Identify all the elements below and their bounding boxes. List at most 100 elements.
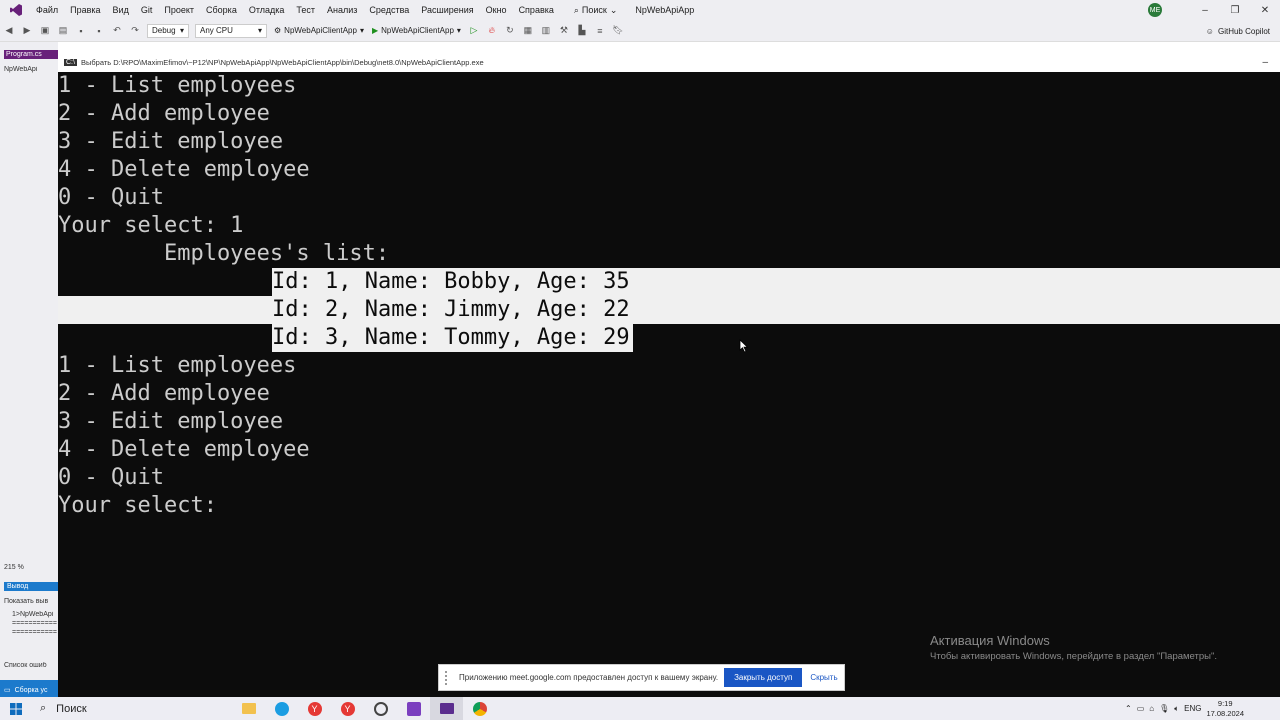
menu-help[interactable]: Справка [513, 5, 560, 15]
solution-explorer-item[interactable]: NpWebApi [4, 66, 58, 73]
monitor-icon[interactable]: ▭ [1137, 704, 1145, 713]
restore-button[interactable]: ❐ [1220, 0, 1250, 20]
select-prompt: Your select: [58, 493, 217, 518]
toolbar-icon[interactable]: ▥ [540, 25, 552, 37]
console-output[interactable]: 1 - List employees 2 - Add employee 3 - … [58, 72, 1280, 700]
menu-option-edit: 3 - Edit employee [58, 409, 284, 434]
save-all-icon[interactable]: ▪ [93, 25, 105, 37]
menu-option-quit: 0 - Quit [58, 185, 164, 210]
minimize-button[interactable]: – [1190, 0, 1220, 20]
toolbar-icon[interactable]: ▙ [576, 25, 588, 37]
menu-option-quit: 0 - Quit [58, 465, 164, 490]
vs-search-button[interactable]: ⌕ Поиск ⌄ [570, 5, 622, 16]
system-tray: ⌃ ▭ ⌂ 🎙︎ 🔈︎ ENG 9:19 17.08.2024 [1125, 697, 1280, 720]
employee-row: Id: 1, Name: Bobby, Age: 35 [272, 269, 630, 294]
select-prompt: Your select: 1 [58, 213, 244, 238]
file-explorer-icon[interactable] [232, 697, 265, 720]
chrome-icon[interactable] [463, 697, 496, 720]
drag-handle-icon[interactable] [445, 670, 453, 685]
activation-title: Активация Windows [930, 633, 1050, 648]
mouse-cursor-icon [739, 339, 749, 353]
clock[interactable]: 9:19 17.08.2024 [1206, 699, 1244, 719]
tab-program-cs[interactable]: Program.cs [4, 50, 58, 59]
menu-test[interactable]: Тест [290, 5, 321, 15]
save-icon[interactable]: ▪ [75, 25, 87, 37]
app-icon[interactable] [364, 697, 397, 720]
chevron-up-icon[interactable]: ⌃ [1125, 704, 1132, 713]
edge-icon[interactable] [265, 697, 298, 720]
menu-option-add: 2 - Add employee [58, 381, 270, 406]
terminal-icon[interactable] [430, 697, 463, 720]
microphone-icon[interactable]: 🎙︎ [1159, 704, 1169, 713]
avatar[interactable]: ME [1148, 3, 1162, 17]
menu-extensions[interactable]: Расширения [415, 5, 479, 15]
menu-file[interactable]: Файл [30, 5, 64, 15]
volume-icon[interactable]: 🔈︎ [1174, 704, 1179, 714]
menu-option-delete: 4 - Delete employee [58, 157, 310, 182]
solution-title: NpWebApiApp [635, 5, 695, 15]
toolbar-icon[interactable]: ≡ [594, 25, 606, 37]
start-debugging-button[interactable]: ▶ NpWebApiClientApp ▾ [372, 26, 461, 35]
menu-analyze[interactable]: Анализ [321, 5, 363, 15]
chevron-down-icon: ▾ [359, 26, 364, 35]
forward-icon[interactable]: ▶ [21, 25, 33, 37]
vs-menubar: Файл Правка Вид Git Проект Сборка Отладк… [0, 0, 1280, 20]
clock-time: 9:19 [1217, 698, 1233, 708]
github-copilot-button[interactable]: ☺ GitHub Copilot [1206, 20, 1270, 42]
yandex-browser-icon[interactable]: Y [298, 697, 331, 720]
menu-option-edit: 3 - Edit employee [58, 129, 284, 154]
yandex-browser-icon[interactable]: Y [331, 697, 364, 720]
menu-window[interactable]: Окно [480, 5, 513, 15]
new-item-icon[interactable]: ▣ [39, 25, 51, 37]
redo-icon[interactable]: ↷ [129, 25, 141, 37]
hot-reload-icon[interactable]: 🔥︎ [486, 25, 498, 37]
copilot-label: GitHub Copilot [1217, 26, 1270, 36]
screen-share-bar: Приложению meet.google.com предоставлен … [438, 664, 845, 691]
play-icon: ▶ [371, 26, 379, 35]
menu-edit[interactable]: Правка [64, 5, 106, 15]
tab-output[interactable]: Вывод [4, 582, 58, 591]
start-without-debugging-icon[interactable]: ▷ [468, 25, 480, 37]
menu-option-delete: 4 - Delete employee [58, 437, 310, 462]
vs-window-controls: ME – ❐ ✕ [1148, 0, 1280, 20]
menu-option-list: 1 - List employees [58, 73, 297, 98]
config-value: Debug [152, 26, 176, 35]
tab-error-list[interactable]: Список ошиб [4, 662, 58, 669]
windows-activation-watermark: Активация Windows Чтобы активировать Win… [930, 633, 1217, 662]
back-icon[interactable]: ◀ [3, 25, 15, 37]
toolbar-icon[interactable]: ▦ [522, 25, 534, 37]
chevron-down-icon: ▾ [257, 26, 262, 35]
toolbar-icon[interactable]: ⚒ [558, 25, 570, 37]
menu-tools[interactable]: Средства [363, 5, 415, 15]
platform-select[interactable]: Any CPU ▾ [195, 23, 267, 38]
search-icon: ⌕ [573, 4, 579, 15]
menu-debug[interactable]: Отладка [243, 5, 291, 15]
status-text: Сборка ус [14, 686, 48, 694]
taskbar-search[interactable]: ⌕ Поиск [32, 697, 232, 720]
bookmark-icon[interactable]: 🔖︎ [612, 25, 624, 37]
minimize-button[interactable]: – [1262, 57, 1268, 68]
menu-view[interactable]: Вид [107, 5, 135, 15]
close-button[interactable]: ✕ [1250, 0, 1280, 20]
output-show-label: Показать выв [4, 598, 49, 605]
stop-sharing-button[interactable]: Закрыть доступ [724, 668, 803, 687]
menu-build[interactable]: Сборка [200, 5, 243, 15]
startup-project-select[interactable]: ⚙ NpWebApiClientApp ▾ [274, 26, 364, 35]
network-icon[interactable]: ⌂ [1149, 704, 1154, 713]
hide-button[interactable]: Скрыть [810, 673, 837, 682]
menu-project[interactable]: Проект [158, 5, 200, 15]
language-indicator[interactable]: ENG [1184, 704, 1201, 713]
visual-studio-logo-icon[interactable] [8, 3, 24, 17]
open-folder-icon[interactable]: ▤ [57, 25, 69, 37]
visual-studio-icon[interactable] [397, 697, 430, 720]
menu-git[interactable]: Git [135, 5, 159, 15]
chevron-down-icon: ▾ [456, 26, 461, 35]
start-button[interactable] [0, 697, 32, 720]
share-message: Приложению meet.google.com предоставлен … [459, 673, 719, 682]
platform-value: Any CPU [200, 26, 233, 35]
vs-left-panel: Program.cs NpWebApi 215 % Вывод Показать… [0, 42, 58, 700]
undo-icon[interactable]: ↶ [111, 25, 123, 37]
config-select[interactable]: Debug ▾ [147, 23, 189, 38]
zoom-level[interactable]: 215 % [4, 564, 58, 571]
restart-icon[interactable]: ↻ [504, 25, 516, 37]
